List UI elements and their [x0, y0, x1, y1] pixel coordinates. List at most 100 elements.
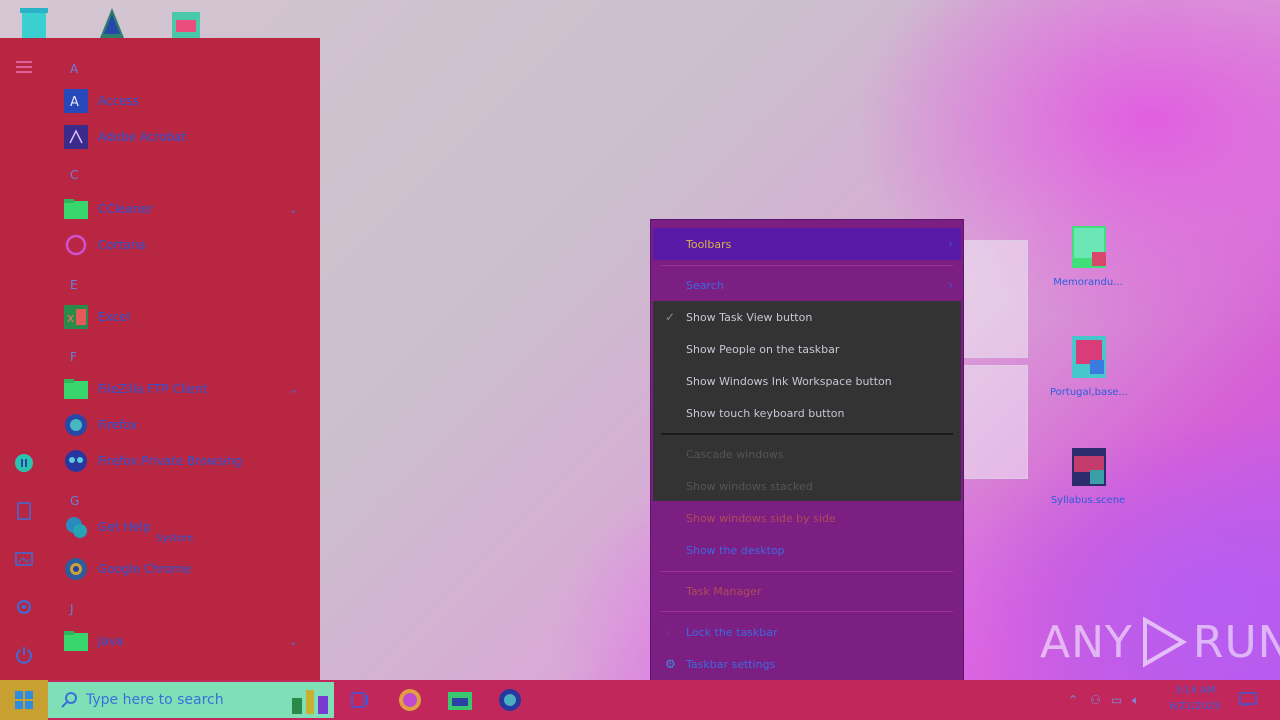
app-list-item[interactable]: Firefox	[60, 409, 310, 441]
taskbar-search-box[interactable]: Type here to search	[48, 682, 334, 718]
app-list-item[interactable]: Google Chrome	[60, 553, 310, 585]
desktop-file-label: Portugal,base...	[1050, 387, 1128, 398]
documents-icon[interactable]	[12, 499, 36, 523]
app-category: System	[156, 533, 194, 544]
chrome-icon	[63, 556, 89, 582]
app-name: FileZilla FTP Client	[98, 382, 208, 396]
power-icon[interactable]	[12, 643, 36, 667]
desktop-file-label: Memorandu...	[1053, 277, 1123, 288]
menu-item-show-task-view[interactable]: ✓ Show Task View button	[653, 301, 961, 333]
menu-item-label: Show the desktop	[686, 543, 785, 557]
document-icon	[1072, 336, 1106, 378]
menu-item-show-desktop[interactable]: Show the desktop	[653, 534, 961, 566]
svg-text:A: A	[70, 95, 79, 110]
taskbar[interactable]: Type here to search ⌃ ⚇ ▭ 🔈︎ 3:14 AM 6/2…	[0, 680, 1280, 720]
system-tray: ⌃ ⚇ ▭ 🔈︎	[1068, 680, 1139, 720]
volume-icon[interactable]: 🔈︎	[1132, 693, 1139, 708]
folder-icon	[1072, 448, 1106, 486]
desktop-file-icon[interactable]: Portugal,base...	[1050, 334, 1128, 398]
app-name: Java	[98, 634, 124, 648]
display-icon[interactable]: ▭	[1111, 693, 1122, 707]
app-list-item[interactable]: Java ⌄	[60, 625, 310, 657]
chevron-right-icon: ›	[948, 278, 953, 292]
desktop-icon-recycle-bin[interactable]	[16, 6, 52, 40]
task-view-icon[interactable]	[346, 686, 374, 714]
app-list-item[interactable]: Cortana	[60, 229, 310, 261]
menu-item-label: Show windows stacked	[686, 479, 813, 493]
app-name: Adobe Acrobat	[98, 130, 187, 144]
app-group-letter[interactable]: F	[70, 350, 77, 364]
menu-item-label: Toolbars	[686, 237, 732, 251]
search-placeholder: Type here to search	[86, 692, 224, 708]
menu-item-show-ink[interactable]: Show Windows Ink Workspace button	[653, 365, 961, 397]
menu-separator	[661, 433, 953, 435]
clock-date: 6/21/2025	[1169, 701, 1221, 712]
chevron-down-icon[interactable]: ⌄	[289, 383, 298, 396]
app-list-item[interactable]: Adobe Acrobat	[60, 121, 310, 153]
app-group-letter[interactable]: E	[70, 278, 78, 292]
desktop-icon-vlc[interactable]	[94, 6, 130, 40]
menu-item-show-people[interactable]: Show People on the taskbar	[653, 333, 961, 365]
wallpaper-pane	[960, 240, 1028, 358]
hamburger-menu-icon[interactable]	[12, 55, 36, 79]
clock-time: 3:14 AM	[1174, 685, 1216, 696]
menu-item-search[interactable]: Search ›	[653, 269, 961, 301]
settings-gear-icon[interactable]	[12, 595, 36, 619]
folder-icon	[63, 628, 89, 654]
start-button[interactable]	[0, 680, 48, 720]
menu-item-label: Taskbar settings	[686, 657, 776, 671]
browser-taskbar-icon[interactable]	[496, 686, 524, 714]
menu-item-task-manager[interactable]: Task Manager	[653, 575, 961, 607]
app-group-letter[interactable]: A	[70, 62, 78, 76]
cortana-icon	[63, 232, 89, 258]
chevron-down-icon[interactable]: ⌄	[289, 203, 298, 216]
app-list-item[interactable]: A Access	[60, 85, 310, 117]
app-group-letter[interactable]: G	[70, 494, 79, 508]
get-help-icon	[63, 514, 89, 540]
app-list-item[interactable]: CCleaner ⌄	[60, 193, 310, 225]
play-logo-icon	[1142, 616, 1187, 668]
app-list-item[interactable]: x Excel	[60, 301, 310, 333]
app-name: CCleaner	[98, 202, 153, 216]
app-list-item[interactable]: Get Help System	[60, 511, 310, 544]
menu-item-label: Show windows side by side	[686, 511, 836, 525]
search-icon	[61, 692, 77, 708]
anyrun-watermark: ANY RUN	[1040, 612, 1280, 672]
app-name: Cortana	[98, 238, 146, 252]
menu-item-taskbar-settings[interactable]: ⚙ Taskbar settings	[653, 648, 961, 680]
app-group-letter[interactable]: C	[70, 168, 78, 182]
notification-center-icon[interactable]	[1234, 686, 1262, 714]
folder-icon	[63, 196, 89, 222]
menu-item-label: Search	[686, 278, 724, 292]
access-icon: A	[63, 88, 89, 114]
svg-text:x: x	[67, 311, 74, 325]
firefox-taskbar-icon[interactable]	[396, 686, 424, 714]
app-list-item[interactable]: FileZilla FTP Client ⌄	[60, 373, 310, 405]
menu-item-lock-taskbar[interactable]: ✓ Lock the taskbar	[653, 616, 961, 648]
chevron-right-icon: ›	[948, 237, 953, 251]
chevron-down-icon[interactable]: ⌄	[289, 635, 298, 648]
desktop-icon-folder[interactable]	[168, 6, 204, 40]
chevron-up-icon[interactable]: ⌃	[1068, 693, 1078, 707]
app-list-item[interactable]: Firefox Private Browsing	[60, 445, 310, 477]
windows-logo-icon	[15, 691, 33, 709]
pictures-icon[interactable]	[12, 547, 36, 571]
taskbar-clock[interactable]: 3:14 AM 6/21/2025	[1162, 683, 1228, 715]
start-rail	[0, 38, 48, 680]
desktop-file-label: Syllabus.scene	[1050, 495, 1126, 506]
menu-item-show-touch-keyboard[interactable]: Show touch keyboard button	[653, 397, 961, 429]
app-name: Get Help	[98, 520, 151, 534]
menu-item-label: Show Windows Ink Workspace button	[686, 374, 892, 388]
user-account-icon[interactable]	[12, 451, 36, 475]
app-group-letter[interactable]: J	[70, 602, 74, 616]
watermark-text: ANY	[1040, 616, 1133, 668]
network-icon[interactable]: ⚇	[1090, 693, 1101, 707]
checkmark-icon: ✓	[665, 625, 676, 639]
file-explorer-icon[interactable]	[446, 686, 474, 714]
desktop-file-icon[interactable]: Memorandu...	[1050, 224, 1126, 288]
menu-item-toolbars[interactable]: Toolbars ›	[653, 228, 961, 260]
menu-separator	[661, 611, 953, 612]
desktop-file-icon[interactable]: Syllabus.scene	[1050, 442, 1126, 506]
start-menu: A C E F G J A Access Adobe Acrobat CClea…	[0, 38, 320, 680]
menu-item-stacked: Show windows stacked	[653, 470, 961, 502]
